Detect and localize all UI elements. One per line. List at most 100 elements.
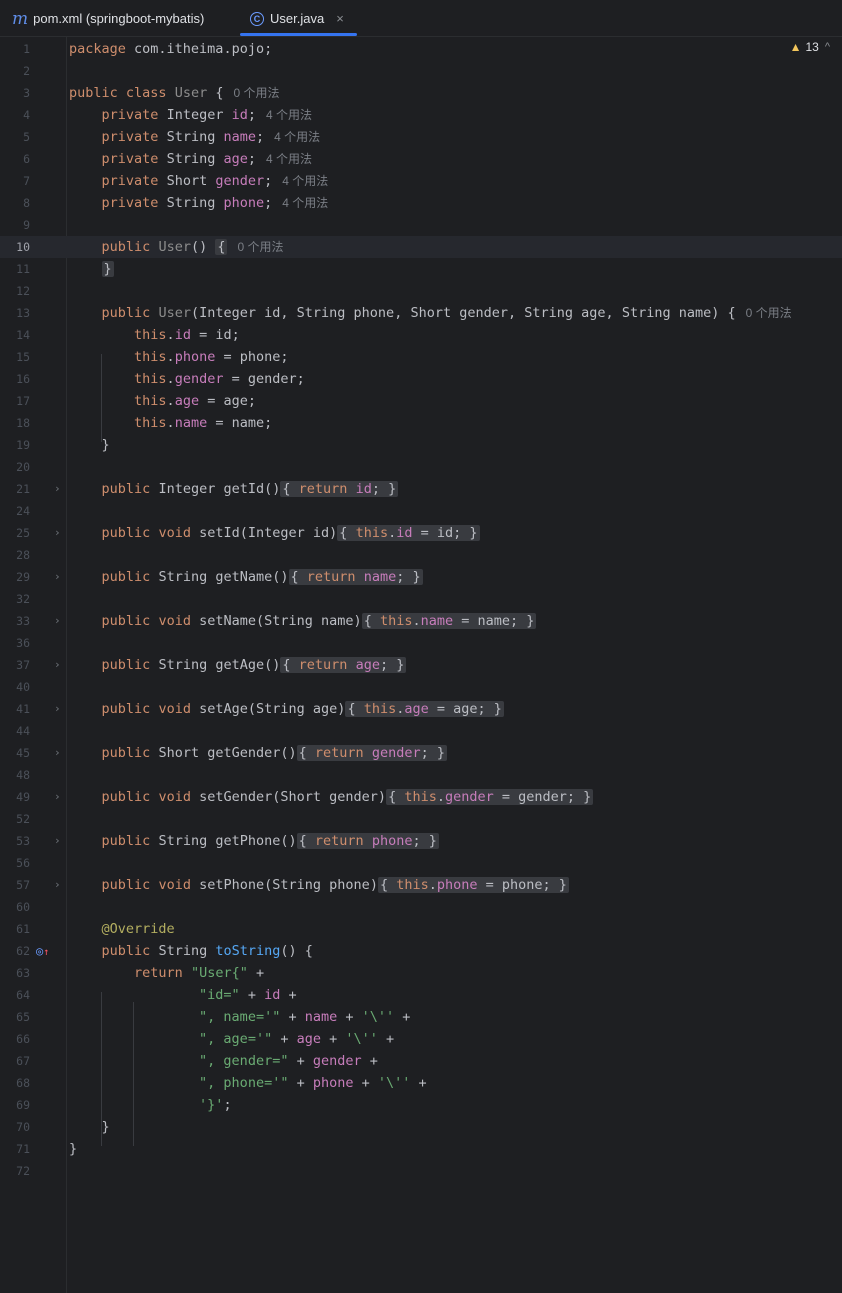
code-text: '}'; [199,1097,232,1113]
code-line: 5 private String name; 4 个用法 [0,126,842,148]
code-line: 40 [0,676,842,698]
line-number: 3 [23,86,30,100]
usage-hint[interactable]: 4 个用法 [282,196,328,210]
code-text: public String getAge(){ return age; } [101,657,407,673]
code-editor[interactable]: ▲ 13 ^ 1 package com.itheima.pojo; 2 3 p… [0,37,842,1293]
code-text: public String getPhone(){ return phone; … [101,833,439,849]
line-number: 17 [16,394,30,408]
chevron-right-icon[interactable]: › [54,654,61,676]
usage-hint[interactable]: 0 个用法 [233,86,279,100]
chevron-right-icon[interactable]: › [54,610,61,632]
line-number: 70 [16,1120,30,1134]
line-number: 1 [23,42,30,56]
code-line: 14 this.id = id; [0,324,842,346]
code-text: "id=" + id + [199,987,297,1003]
chevron-right-icon[interactable]: › [54,742,61,764]
code-text: public Short getGender(){ return gender;… [101,745,447,761]
usage-hint[interactable]: 0 个用法 [237,240,283,254]
code-line: 29 › public String getName(){ return nam… [0,566,842,588]
code-text: public void setName(String name){ this.n… [101,613,537,629]
line-number: 16 [16,372,30,386]
code-text: public String toString() { [101,943,313,959]
active-tab-indicator [240,33,357,36]
override-marker-icon[interactable]: ◎↑ [36,940,49,964]
code-line: 68 ", phone='" + phone + '\'' + [0,1072,842,1094]
code-text: public void setGender(Short gender){ thi… [101,789,594,805]
code-text: public Integer getId(){ return id; } [101,481,399,497]
code-text: public String getName(){ return name; } [101,569,423,585]
code-text: private Integer id; 4 个用法 [101,107,313,123]
code-line: 45 › public Short getGender(){ return ge… [0,742,842,764]
code-line: 65 ", name='" + name + '\'' + [0,1006,842,1028]
chevron-right-icon[interactable]: › [54,566,61,588]
code-text: this.gender = gender; [134,371,305,387]
code-line: 11 } [0,258,842,280]
line-number: 28 [16,548,30,562]
line-number: 6 [23,152,30,166]
maven-file-icon: m [12,8,29,29]
chevron-right-icon[interactable]: › [54,830,61,852]
code-text: ", name='" + name + '\'' + [199,1009,411,1025]
tab-user-java[interactable]: C User.java × [250,0,354,37]
code-line: 33 › public void setName(String name){ t… [0,610,842,632]
code-line: 52 [0,808,842,830]
line-number: 60 [16,900,30,914]
code-line: 16 this.gender = gender; [0,368,842,390]
line-number: 62 [16,944,30,958]
code-line: 72 [0,1160,842,1182]
code-text: @Override [101,921,175,937]
code-line: 49 › public void setGender(Short gender)… [0,786,842,808]
code-text: private Short gender; 4 个用法 [101,173,329,189]
code-text: private String age; 4 个用法 [101,151,313,167]
code-text: public void setPhone(String phone){ this… [101,877,569,893]
code-line: 28 [0,544,842,566]
chevron-right-icon[interactable]: › [54,478,61,500]
usage-hint[interactable]: 4 个用法 [274,130,320,144]
code-text: } [69,1141,78,1157]
line-number: 18 [16,416,30,430]
line-number: 9 [23,218,30,232]
usage-hint[interactable]: 4 个用法 [266,108,312,122]
code-line: 18 this.name = name; [0,412,842,434]
code-text: public class User {0 个用法 [69,85,280,101]
code-line: 8 private String phone; 4 个用法 [0,192,842,214]
line-number: 65 [16,1010,30,1024]
close-icon[interactable]: × [336,11,344,26]
line-number: 36 [16,636,30,650]
code-text: } [69,437,110,453]
code-line: 1 package com.itheima.pojo; [0,38,842,60]
code-line: 41 › public void setAge(String age){ thi… [0,698,842,720]
code-text: package com.itheima.pojo; [69,41,273,57]
line-number: 41 [16,702,30,716]
code-line: 12 [0,280,842,302]
line-number: 33 [16,614,30,628]
line-number: 64 [16,988,30,1002]
line-number: 5 [23,130,30,144]
chevron-right-icon[interactable]: › [54,874,61,896]
code-line: 24 [0,500,842,522]
line-number: 13 [16,306,30,320]
line-number: 7 [23,174,30,188]
code-line: 2 [0,60,842,82]
code-line: 4 private Integer id; 4 个用法 [0,104,842,126]
code-line: 15 this.phone = phone; [0,346,842,368]
chevron-right-icon[interactable]: › [54,522,61,544]
code-line: 17 this.age = age; [0,390,842,412]
line-number: 14 [16,328,30,342]
code-text: this.phone = phone; [134,349,289,365]
code-line: 44 [0,720,842,742]
code-line: 9 [0,214,842,236]
usage-hint[interactable]: 4 个用法 [282,174,328,188]
code-line: 25 › public void setId(Integer id){ this… [0,522,842,544]
line-number: 61 [16,922,30,936]
usage-hint[interactable]: 4 个用法 [266,152,312,166]
code-line: 21 › public Integer getId(){ return id; … [0,478,842,500]
chevron-right-icon[interactable]: › [54,786,61,808]
line-number: 15 [16,350,30,364]
line-number: 19 [16,438,30,452]
code-line: 3 public class User {0 个用法 [0,82,842,104]
tab-pom-xml[interactable]: m pom.xml (springboot-mybatis) [12,0,204,37]
chevron-right-icon[interactable]: › [54,698,61,720]
line-number: 44 [16,724,30,738]
usage-hint[interactable]: 0 个用法 [746,306,792,320]
